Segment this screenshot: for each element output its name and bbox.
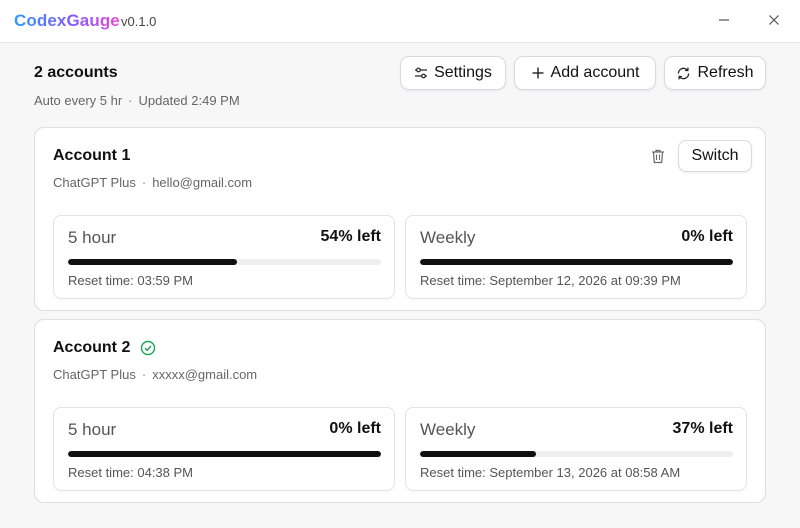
reset-time: Reset time: September 13, 2026 at 08:58 … <box>420 465 681 480</box>
app-title: CodexGauge <box>14 11 120 30</box>
account-subline: ChatGPT Plus · xxxxx@gmail.com <box>53 367 257 382</box>
refresh-button[interactable]: Refresh <box>664 56 766 90</box>
progress-bar <box>420 451 733 457</box>
app-window: CodexGauge v0.1.0 2 accounts Auto every … <box>0 0 800 528</box>
meter-percent-left: 0% left <box>681 228 733 245</box>
meter-percent-left: 0% left <box>329 420 381 437</box>
meter-percent-left: 37% left <box>672 420 733 437</box>
reset-time: Reset time: September 12, 2026 at 09:39 … <box>420 273 681 288</box>
account-card: Account 1 ChatGPT Plus · hello@gmail.com S… <box>34 127 766 311</box>
refresh-icon <box>676 66 691 81</box>
account-name: Account 2 <box>53 339 156 357</box>
account-name-text: Account 1 <box>53 147 131 164</box>
account-subline: ChatGPT Plus · hello@gmail.com <box>53 175 252 190</box>
separator-dot: · <box>141 367 147 382</box>
progress-bar-fill <box>420 451 536 457</box>
delete-account-button[interactable] <box>649 147 667 165</box>
progress-bar <box>420 259 733 265</box>
progress-bar-fill <box>420 259 733 265</box>
updated-text: Updated 2:49 PM <box>138 93 240 108</box>
separator-dot: · <box>128 93 133 108</box>
progress-bar <box>68 259 381 265</box>
auto-refresh-text: Auto every 5 hr <box>34 93 123 108</box>
meter-percent-left: 54% left <box>320 228 381 245</box>
reset-time: Reset time: 04:38 PM <box>68 465 193 480</box>
progress-bar-fill <box>68 259 238 265</box>
account-card: Account 2 ChatGPT Plus · xxxxx@gmail.com 5… <box>34 319 766 503</box>
switch-account-button[interactable]: Switch <box>678 140 752 172</box>
add-account-button[interactable]: Add account <box>514 56 656 90</box>
account-plan: ChatGPT Plus <box>53 367 136 382</box>
add-account-label: Add account <box>550 64 640 81</box>
usage-meter-5-hour: 5 hour 54% left Reset time: 03:59 PM <box>53 215 395 299</box>
account-email: xxxxx@gmail.com <box>152 367 258 382</box>
meter-label: 5 hour <box>68 420 117 439</box>
progress-bar-fill <box>68 451 381 457</box>
account-name: Account 1 <box>53 147 130 165</box>
app-version: v0.1.0 <box>121 14 157 29</box>
close-icon <box>769 15 779 25</box>
settings-button[interactable]: Settings <box>400 56 506 90</box>
refresh-label: Refresh <box>697 64 754 81</box>
usage-meter-weekly: Weekly 0% left Reset time: September 12,… <box>405 215 747 299</box>
plus-icon <box>531 66 545 80</box>
settings-label: Settings <box>434 64 492 81</box>
minimize-button[interactable] <box>714 10 734 30</box>
usage-meter-5-hour: 5 hour 0% left Reset time: 04:38 PM <box>53 407 395 491</box>
reset-time: Reset time: 03:59 PM <box>68 273 193 288</box>
accounts-count: 2 accounts <box>34 64 118 81</box>
meter-label: Weekly <box>420 228 476 247</box>
separator-dot: · <box>141 175 147 190</box>
minimize-icon <box>719 19 729 21</box>
trash-icon <box>652 149 664 163</box>
meter-label: Weekly <box>420 420 476 439</box>
meter-label: 5 hour <box>68 228 117 247</box>
account-email: hello@gmail.com <box>152 175 253 190</box>
progress-bar <box>68 451 381 457</box>
close-button[interactable] <box>764 10 784 30</box>
account-plan: ChatGPT Plus <box>53 175 136 190</box>
sliders-icon <box>414 66 428 80</box>
account-name-text: Account 2 <box>53 339 131 356</box>
title-bar: CodexGauge v0.1.0 <box>0 0 800 43</box>
status-line: Auto every 5 hr · Updated 2:49 PM <box>34 93 240 108</box>
usage-meter-weekly: Weekly 37% left Reset time: September 13… <box>405 407 747 491</box>
check-circle-icon <box>140 340 156 356</box>
